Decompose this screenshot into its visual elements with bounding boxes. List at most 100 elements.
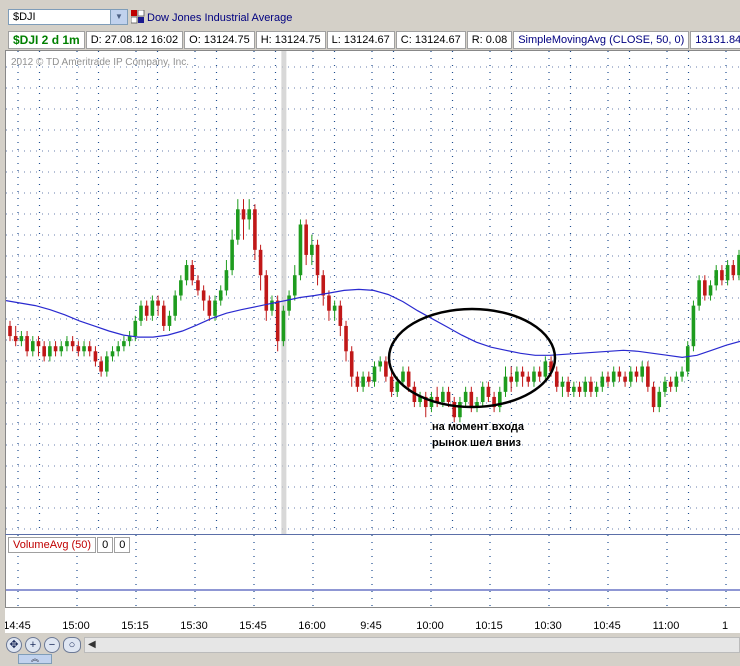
- candle-body: [446, 391, 451, 402]
- candle-body: [566, 381, 570, 392]
- candle-body: [577, 386, 582, 392]
- candle-body: [110, 351, 115, 357]
- pan-icon[interactable]: ✥: [6, 637, 22, 653]
- time-axis: 14:45 15:00 15:15 15:30 15:45 16:00 9:45 10:00 1…: [5, 607, 740, 634]
- candle-body: [401, 371, 405, 382]
- expand-panel-icon[interactable]: ︽: [18, 654, 52, 664]
- dropdown-arrow-icon[interactable]: ▼: [110, 10, 127, 24]
- candle-body: [315, 244, 320, 276]
- candle-body: [406, 371, 411, 387]
- candle-body: [628, 371, 633, 382]
- candle-body: [13, 336, 18, 342]
- zoom-out-icon[interactable]: −: [44, 637, 60, 653]
- study-value: 13131.84: [690, 31, 740, 49]
- zoom-in-icon[interactable]: +: [25, 637, 41, 653]
- study-name[interactable]: SimpleMovingAvg (CLOSE, 50, 0): [513, 31, 690, 49]
- horizontal-scrollbar[interactable]: [84, 637, 740, 653]
- candle-body: [133, 320, 138, 337]
- copyright-text: 2012 © TD Ameritrade IP Company, Inc.: [11, 57, 189, 68]
- candle-body: [139, 305, 143, 321]
- quote-low: L: 13124.67: [326, 31, 395, 49]
- candle-body: [395, 381, 400, 392]
- candle-body: [156, 300, 160, 306]
- candle-body: [463, 391, 468, 402]
- candle-body: [253, 209, 257, 250]
- candle-body: [36, 341, 41, 347]
- candle-body: [600, 376, 605, 387]
- candle-body: [281, 310, 286, 342]
- candle-body: [87, 346, 92, 352]
- price-chart-panel[interactable]: 2012 © TD Ameritrade IP Company, Inc. на…: [5, 50, 740, 534]
- candle-body: [190, 265, 195, 281]
- candle-body: [520, 371, 525, 377]
- session-divider-marker: [281, 51, 287, 534]
- candle-body: [537, 371, 542, 377]
- candle-body: [452, 401, 457, 418]
- symbol-description: Dow Jones Industrial Average: [147, 12, 293, 24]
- quote-high: H: 13124.75: [255, 31, 326, 49]
- candle-body: [583, 381, 588, 392]
- candle-body: [270, 300, 274, 311]
- quote-close: C: 13124.67: [395, 31, 466, 49]
- candle-body: [310, 244, 314, 255]
- price-chart[interactable]: 2012 © TD Ameritrade IP Company, Inc. на…: [6, 51, 740, 534]
- candle-body: [122, 341, 126, 347]
- candle-body: [258, 249, 263, 276]
- candle-body: [685, 346, 690, 372]
- candle-body: [697, 280, 701, 306]
- candle-body: [161, 305, 166, 326]
- symbol-input[interactable]: $DJI: [13, 11, 36, 23]
- candle-body: [674, 376, 679, 387]
- candle-body: [201, 290, 206, 301]
- candle-body: [691, 305, 696, 347]
- candle-body: [332, 305, 337, 311]
- candle-body: [224, 270, 229, 291]
- candle-body: [236, 209, 240, 240]
- candle-body: [167, 315, 172, 326]
- time-axis-label: 15:15: [121, 620, 149, 632]
- volume-header: VolumeAvg (50) 0 0: [8, 537, 131, 553]
- candle-body: [623, 376, 627, 382]
- candle-body: [458, 401, 462, 418]
- candle-body: [65, 341, 69, 347]
- candle-body: [589, 381, 593, 392]
- time-axis-label: 14:45: [5, 620, 31, 632]
- candle-body: [560, 381, 565, 387]
- candle-body: [116, 346, 121, 352]
- candle-body: [344, 325, 348, 352]
- candle-body: [378, 361, 382, 367]
- candle-body: [572, 386, 576, 392]
- quote-date: D: 27.08.12 16:02: [85, 31, 184, 49]
- annotation-line-1: на момент входа: [432, 421, 525, 433]
- candle-body: [99, 361, 103, 372]
- chart-symbol-period[interactable]: $DJI 2 d 1m: [8, 31, 85, 49]
- time-axis-label: 10:15: [475, 620, 503, 632]
- candle-body: [486, 386, 491, 397]
- candle-body: [53, 346, 58, 352]
- candle-body: [714, 270, 719, 286]
- candle-body: [127, 336, 132, 342]
- time-axis-label: 15:30: [180, 620, 208, 632]
- zoom-reset-icon[interactable]: ○: [63, 637, 81, 653]
- candle-body: [355, 376, 360, 387]
- candle-body: [207, 300, 212, 316]
- candle-body: [105, 356, 109, 372]
- time-axis-label: 11:00: [653, 620, 680, 632]
- candle-body: [594, 386, 599, 392]
- candle-body: [19, 336, 24, 342]
- candle-body: [48, 346, 52, 357]
- candle-body: [298, 224, 303, 276]
- candle-body: [640, 366, 644, 377]
- quote-range: R: 0.08: [466, 31, 513, 49]
- symbol-selector[interactable]: $DJI ▼: [8, 9, 128, 25]
- time-axis-label: 15:45: [239, 620, 267, 632]
- candle-body: [657, 391, 662, 408]
- scroll-left-icon[interactable]: ◀: [88, 639, 96, 650]
- candle-body: [554, 371, 559, 387]
- candle-body: [93, 351, 98, 362]
- candle-body: [384, 361, 388, 377]
- volume-study-label[interactable]: VolumeAvg (50): [8, 537, 97, 553]
- candle-body: [218, 290, 223, 301]
- link-grid-icon[interactable]: [131, 10, 145, 24]
- candle-body: [213, 300, 217, 316]
